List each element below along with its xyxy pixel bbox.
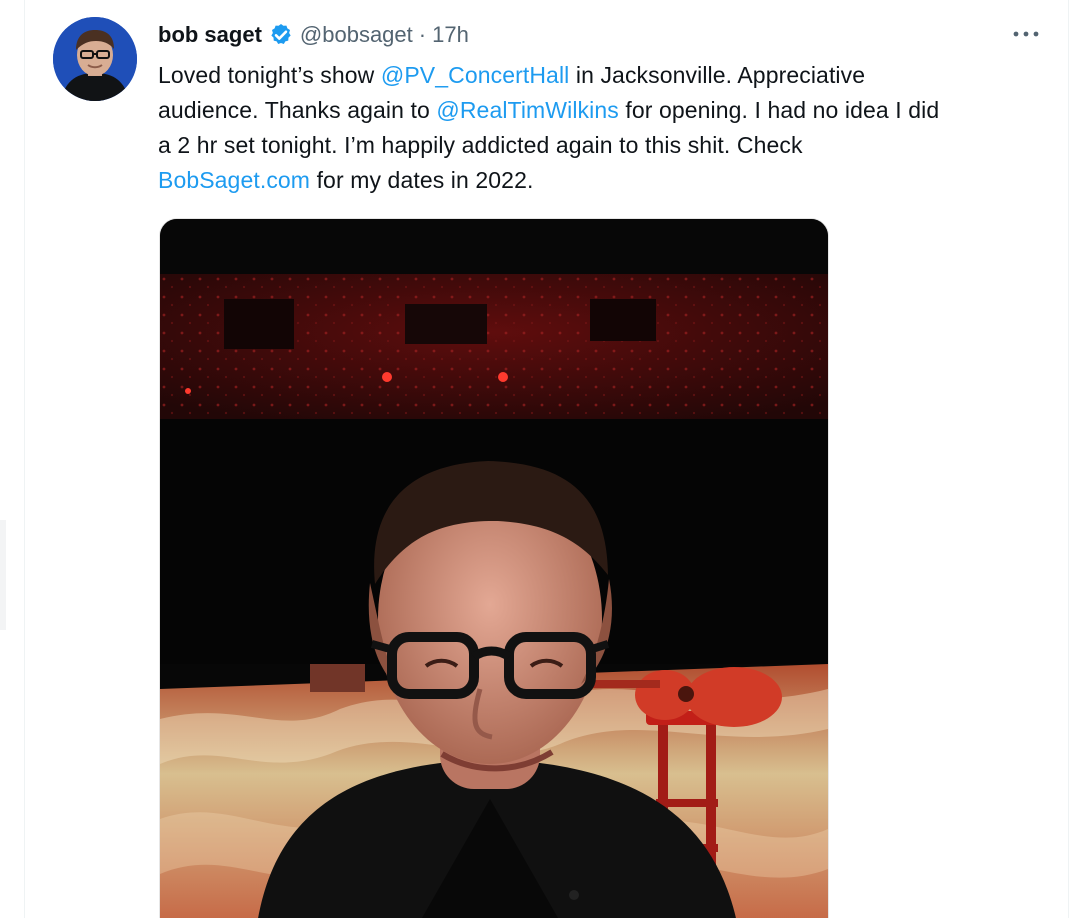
text-segment: audience. Thanks again to bbox=[158, 97, 437, 123]
text-segment: Loved tonight’s show bbox=[158, 62, 381, 88]
more-options-icon[interactable] bbox=[1008, 19, 1044, 49]
tweet-text-line: a 2 hr set tonight. I’m happily addicted… bbox=[158, 128, 1038, 163]
text-segment: for opening. I had no idea I did bbox=[618, 97, 940, 123]
tweet-page: bob saget @bobsaget · 17h Loved tonight’… bbox=[0, 0, 1074, 918]
page-edge-shadow bbox=[0, 520, 6, 630]
tweet-text-line: Loved tonight’s show @PV_ConcertHall in … bbox=[158, 58, 1038, 93]
tweet-text-line: audience. Thanks again to @RealTimWilkin… bbox=[158, 93, 1038, 128]
tweet-text-line: BobSaget.com for my dates in 2022. bbox=[158, 163, 1038, 198]
mention-link[interactable]: @RealTimWilkins bbox=[436, 97, 618, 123]
mention-link[interactable]: @PV_ConcertHall bbox=[381, 62, 569, 88]
timestamp[interactable]: 17h bbox=[432, 22, 469, 48]
attached-photo[interactable] bbox=[159, 218, 829, 918]
verified-badge-icon bbox=[268, 22, 294, 48]
text-segment: for my dates in 2022. bbox=[310, 167, 534, 193]
text-segment: a 2 hr set tonight. I’m happily addicted… bbox=[158, 132, 803, 158]
timeline-right-border bbox=[1068, 0, 1069, 918]
author-handle[interactable]: @bobsaget bbox=[300, 22, 413, 48]
timeline-left-border bbox=[24, 0, 25, 918]
tweet-text: Loved tonight’s show @PV_ConcertHall in … bbox=[158, 58, 1038, 198]
avatar-image bbox=[53, 17, 137, 101]
author-name[interactable]: bob saget bbox=[158, 22, 262, 48]
header-separator: · bbox=[418, 22, 427, 47]
website-link[interactable]: BobSaget.com bbox=[158, 167, 310, 193]
tweet-header: bob saget @bobsaget · 17h bbox=[158, 18, 469, 52]
avatar[interactable] bbox=[53, 17, 137, 101]
text-segment: in Jacksonville. Appreciative bbox=[569, 62, 866, 88]
